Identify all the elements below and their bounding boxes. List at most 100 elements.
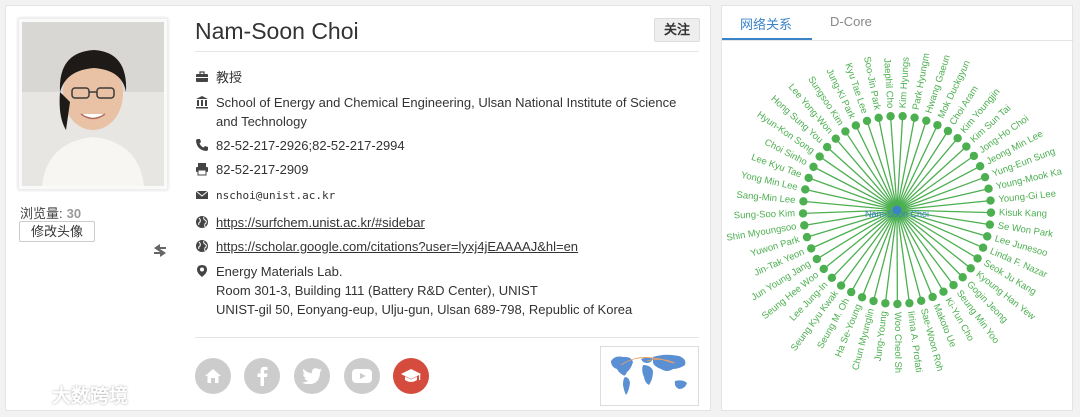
youtube-icon[interactable] xyxy=(344,358,380,394)
network-node[interactable] xyxy=(827,273,837,282)
network-node[interactable] xyxy=(836,281,846,290)
swap-icon[interactable] xyxy=(151,241,169,259)
location-pin-icon xyxy=(197,265,207,277)
phone-row: 82-52-217-2926;82-52-217-2994 xyxy=(195,136,686,155)
address-line-2: Room 301-3, Building 111 (Battery R&D Ce… xyxy=(216,283,538,298)
portrait-image xyxy=(22,22,164,186)
twitter-icon[interactable] xyxy=(294,358,330,394)
homepage-link[interactable]: https://surfchem.unist.ac.kr/#sidebar xyxy=(216,213,686,232)
divider xyxy=(195,337,699,338)
network-node[interactable] xyxy=(881,299,890,308)
active-tab-indicator xyxy=(722,38,812,40)
network-node[interactable] xyxy=(953,133,962,143)
title-row: 教授 xyxy=(195,68,686,87)
scholar-row: https://scholar.google.com/citations?use… xyxy=(195,237,686,256)
network-node[interactable] xyxy=(986,196,995,205)
divider xyxy=(195,51,699,52)
network-tabs: 网络关系 D-Core xyxy=(722,6,1074,41)
world-map-thumbnail[interactable] xyxy=(600,346,699,406)
network-node[interactable] xyxy=(851,121,861,130)
network-node[interactable] xyxy=(799,197,808,206)
email-row: nschoi@unist.ac.kr xyxy=(195,186,686,205)
view-count: 浏览量: 30 xyxy=(20,203,81,222)
globe-icon xyxy=(196,240,208,252)
network-node[interactable] xyxy=(958,273,967,282)
views-label: 浏览量: xyxy=(20,206,63,221)
follow-button[interactable]: 关注 xyxy=(654,18,700,42)
network-node[interactable] xyxy=(886,112,895,121)
network-node[interactable] xyxy=(966,264,975,273)
network-node[interactable] xyxy=(983,232,992,241)
network-node[interactable] xyxy=(917,296,926,306)
network-node-label: Kisuk Kang xyxy=(999,207,1047,219)
coauthor-network-graph[interactable]: Kim Hyungs Park HyungmHwang GaeunMok Duck… xyxy=(722,41,1074,411)
network-node[interactable] xyxy=(939,287,948,296)
network-node-label: Jaephil Cho xyxy=(881,58,895,109)
views-number: 30 xyxy=(66,206,82,221)
network-node[interactable] xyxy=(847,287,856,297)
watermark-text: 大数跨境 xyxy=(52,386,129,407)
network-panel: 网络关系 D-Core Kim Hyungs Park Hyungm Hwang G… xyxy=(721,5,1074,411)
network-node[interactable] xyxy=(869,296,878,306)
network-edge xyxy=(896,209,922,301)
network-node[interactable] xyxy=(962,142,971,151)
briefcase-icon xyxy=(196,71,208,82)
network-node[interactable] xyxy=(985,220,995,229)
network-node-label: Sung-Soo Kim xyxy=(734,208,796,221)
network-node-label: Woo Cheol Sh xyxy=(892,312,903,373)
title-text: 教授 xyxy=(216,70,243,85)
address-row: Energy Materials Lab. Room 301-3, Buildi… xyxy=(195,262,686,319)
network-node[interactable] xyxy=(978,243,988,252)
network-node[interactable] xyxy=(809,162,818,172)
network-node[interactable] xyxy=(831,134,840,143)
home-icon[interactable] xyxy=(195,358,231,394)
network-node[interactable] xyxy=(986,208,996,217)
edit-avatar-button[interactable]: 修改头像 xyxy=(19,221,95,242)
network-node[interactable] xyxy=(862,116,872,126)
network-node[interactable] xyxy=(933,120,942,130)
network-node[interactable] xyxy=(984,184,993,193)
network-node[interactable] xyxy=(975,161,985,171)
network-node[interactable] xyxy=(910,113,919,122)
institution-icon xyxy=(196,96,208,109)
network-node[interactable] xyxy=(819,264,828,274)
envelope-icon xyxy=(195,190,209,199)
network-node[interactable] xyxy=(807,244,816,253)
network-node[interactable] xyxy=(841,127,850,136)
network-node[interactable] xyxy=(800,221,809,230)
globe-icon xyxy=(196,216,208,228)
profile-card: 浏览量: 30 修改头像 Nam-Soon Choi 关注 教授 School o… xyxy=(5,5,711,411)
network-node[interactable] xyxy=(802,232,812,242)
network-node[interactable] xyxy=(980,172,990,182)
network-node[interactable] xyxy=(949,280,958,290)
network-node[interactable] xyxy=(943,126,953,136)
network-node[interactable] xyxy=(898,111,907,121)
network-node[interactable] xyxy=(905,298,914,308)
network-node[interactable] xyxy=(798,209,808,218)
fax-text: 82-52-217-2909 xyxy=(216,162,309,177)
network-node[interactable] xyxy=(812,254,822,264)
network-node[interactable] xyxy=(804,173,813,183)
profile-photo xyxy=(18,18,168,190)
tab-d-core[interactable]: D-Core xyxy=(830,14,872,29)
network-edge xyxy=(872,209,898,302)
tab-network[interactable]: 网络关系 xyxy=(740,14,792,33)
email-text: nschoi@unist.ac.kr xyxy=(216,189,336,202)
network-node[interactable] xyxy=(801,185,810,194)
network-node[interactable] xyxy=(893,299,902,309)
network-node[interactable] xyxy=(822,142,832,152)
printer-icon xyxy=(196,163,208,176)
network-node[interactable] xyxy=(969,151,979,161)
address-line-3: UNIST-gil 50, Eonyang-eup, Ulju-gun, Uls… xyxy=(216,302,633,317)
network-node[interactable] xyxy=(815,152,824,161)
network-node[interactable] xyxy=(922,116,931,125)
scholar-icon[interactable] xyxy=(393,358,429,394)
affiliation-row: School of Energy and Chemical Engineerin… xyxy=(195,93,686,131)
network-node[interactable] xyxy=(857,293,867,302)
scholar-link[interactable]: https://scholar.google.com/citations?use… xyxy=(216,237,686,256)
network-node[interactable] xyxy=(973,254,982,263)
network-node[interactable] xyxy=(928,292,937,302)
facebook-icon[interactable] xyxy=(244,358,280,394)
network-node[interactable] xyxy=(874,113,883,123)
profile-name: Nam-Soon Choi xyxy=(195,18,359,44)
